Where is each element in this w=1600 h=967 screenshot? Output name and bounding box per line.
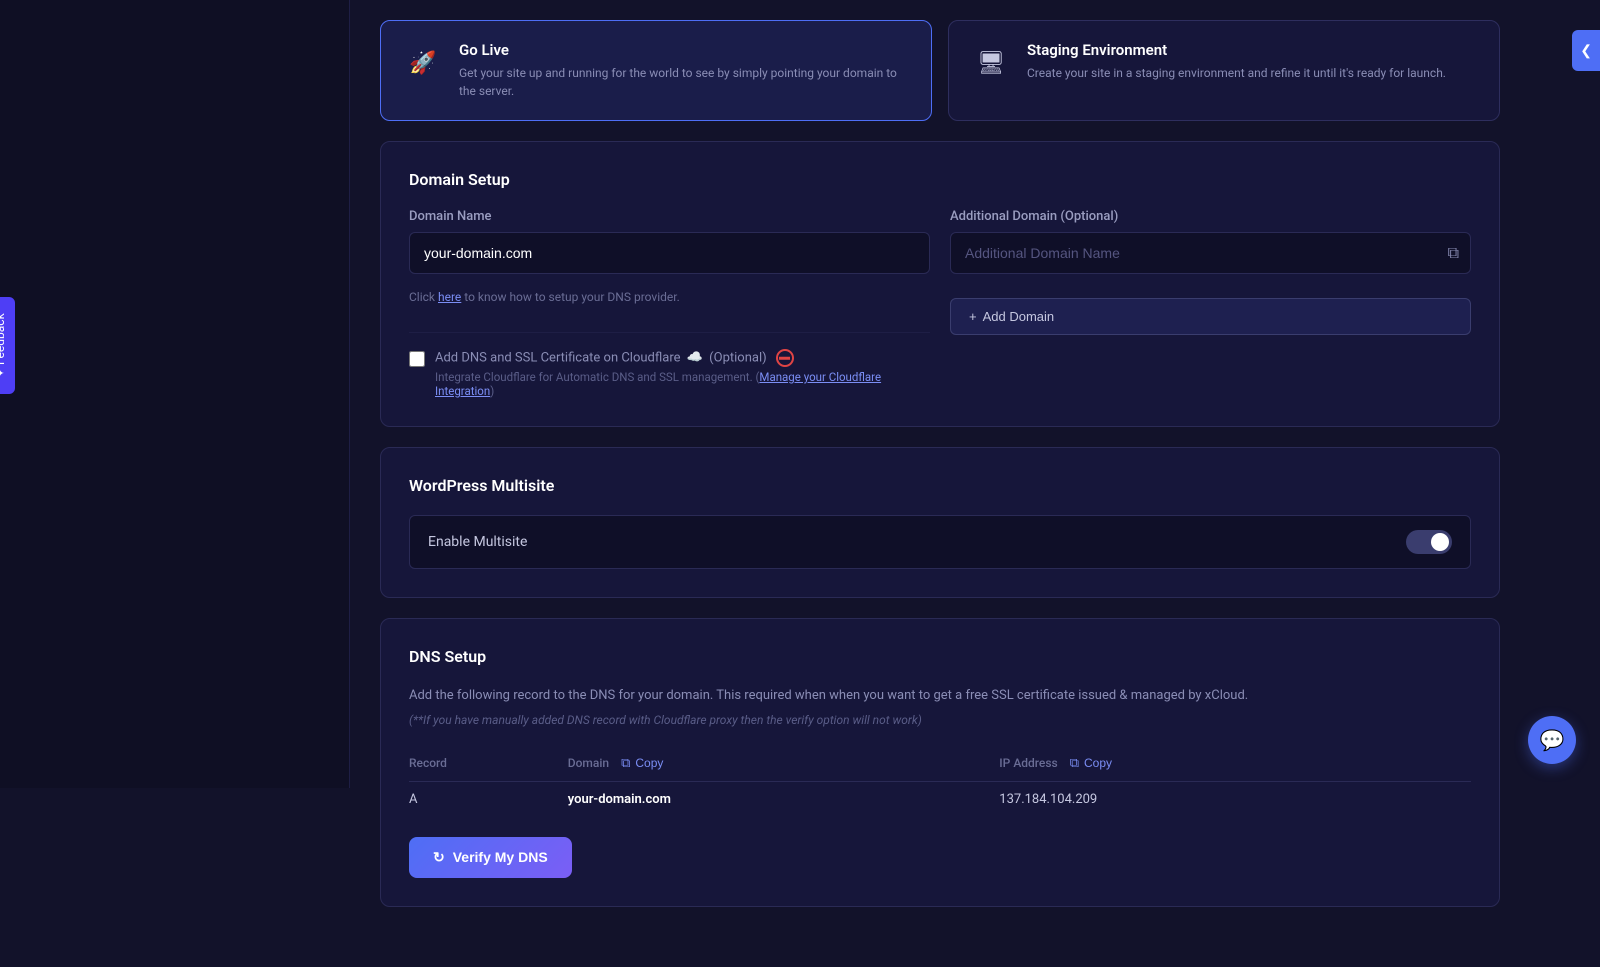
additional-domain-group: Additional Domain (Optional) ⧉ + Add Dom… [950,209,1471,398]
feedback-tab[interactable]: ✦ Feedback [0,297,15,394]
copy-ip-icon: ⧉ [1070,755,1079,771]
copy-ip-button[interactable]: ⧉ Copy [1070,755,1112,771]
copy-domain-icon: ⧉ [621,755,630,771]
staging-desc: Create your site in a staging environmen… [1027,64,1446,82]
go-live-icon: 🚀 [401,41,445,85]
domain-setup-title: Domain Setup [409,170,1471,189]
go-live-desc: Get your site up and running for the wor… [459,64,911,100]
refresh-icon: ↻ [433,849,445,866]
toggle-track [1406,530,1452,554]
cloudflare-logo-icon: ☁️ [687,350,703,365]
record-value: A [409,781,568,817]
ip-address-header: IP Address ⧉ Copy [999,747,1471,782]
verify-btn-label: Verify My DNS [453,849,548,865]
top-cards-row: 🚀 Go Live Get your site up and running f… [380,0,1500,141]
multisite-row: Enable Multisite [409,515,1471,569]
plus-icon: + [969,309,977,324]
cloudflare-row: Add DNS and SSL Certificate on Cloudflar… [409,332,930,398]
copy-domain-button[interactable]: ⧉ Copy [621,755,663,771]
domain-setup-section: Domain Setup Domain Name Click here to k… [380,141,1500,427]
additional-domain-input[interactable] [950,232,1471,274]
staging-icon: 🖥 [969,41,1013,85]
additional-domain-label: Additional Domain (Optional) [950,209,1471,224]
domain-name-input-wrap [409,232,930,274]
ip-value: 137.184.104.209 [999,781,1471,817]
domain-name-input[interactable] [409,232,930,274]
cloudflare-sub-text: Integrate Cloudflare for Automatic DNS a… [435,370,930,398]
dns-setup-section: DNS Setup Add the following record to th… [380,618,1500,907]
dns-description: Add the following record to the DNS for … [409,686,1471,707]
dns-hint-link[interactable]: here [438,290,461,304]
additional-domain-input-wrap: ⧉ [950,232,1471,274]
cloudflare-checkbox[interactable] [409,351,425,367]
no-entry-icon [776,349,794,367]
dns-section-title: DNS Setup [409,647,1471,666]
domain-value: your-domain.com [568,781,1000,817]
chat-icon: 💬 [1540,728,1565,753]
wordpress-multisite-section: WordPress Multisite Enable Multisite [380,447,1500,598]
domain-header: Domain ⧉ Copy [568,747,1000,782]
external-link-icon[interactable]: ⧉ [1448,243,1459,263]
staging-card[interactable]: 🖥 Staging Environment Create your site i… [948,20,1500,121]
chat-button[interactable]: 💬 [1528,716,1576,764]
dns-note: (**If you have manually added DNS record… [409,713,1471,727]
dns-table-header-row: Record Domain ⧉ Copy IP Address [409,747,1471,782]
add-domain-label: Add Domain [983,309,1055,324]
record-header: Record [409,747,568,782]
cloudflare-main-text: Add DNS and SSL Certificate on Cloudflar… [435,349,930,367]
multisite-toggle[interactable] [1406,530,1452,554]
domain-name-group: Domain Name Click here to know how to se… [409,209,930,398]
go-live-card[interactable]: 🚀 Go Live Get your site up and running f… [380,20,932,121]
sidebar-collapse-button[interactable]: ❮ [1572,30,1600,71]
staging-title: Staging Environment [1027,41,1446,59]
verify-dns-button[interactable]: ↻ Verify My DNS [409,837,572,878]
domain-name-label: Domain Name [409,209,930,224]
dns-hint: Click here to know how to setup your DNS… [409,290,930,304]
multisite-section-title: WordPress Multisite [409,476,1471,495]
domain-grid: Domain Name Click here to know how to se… [409,209,1471,398]
chevron-left-icon: ❮ [1580,42,1592,58]
dns-table: Record Domain ⧉ Copy IP Address [409,747,1471,817]
dns-table-row: A your-domain.com 137.184.104.209 [409,781,1471,817]
toggle-thumb [1431,533,1449,551]
left-sidebar [0,0,350,788]
enable-multisite-label: Enable Multisite [428,534,527,550]
go-live-title: Go Live [459,41,911,59]
add-domain-button[interactable]: + Add Domain [950,298,1471,335]
feedback-label: ✦ Feedback [0,313,7,378]
